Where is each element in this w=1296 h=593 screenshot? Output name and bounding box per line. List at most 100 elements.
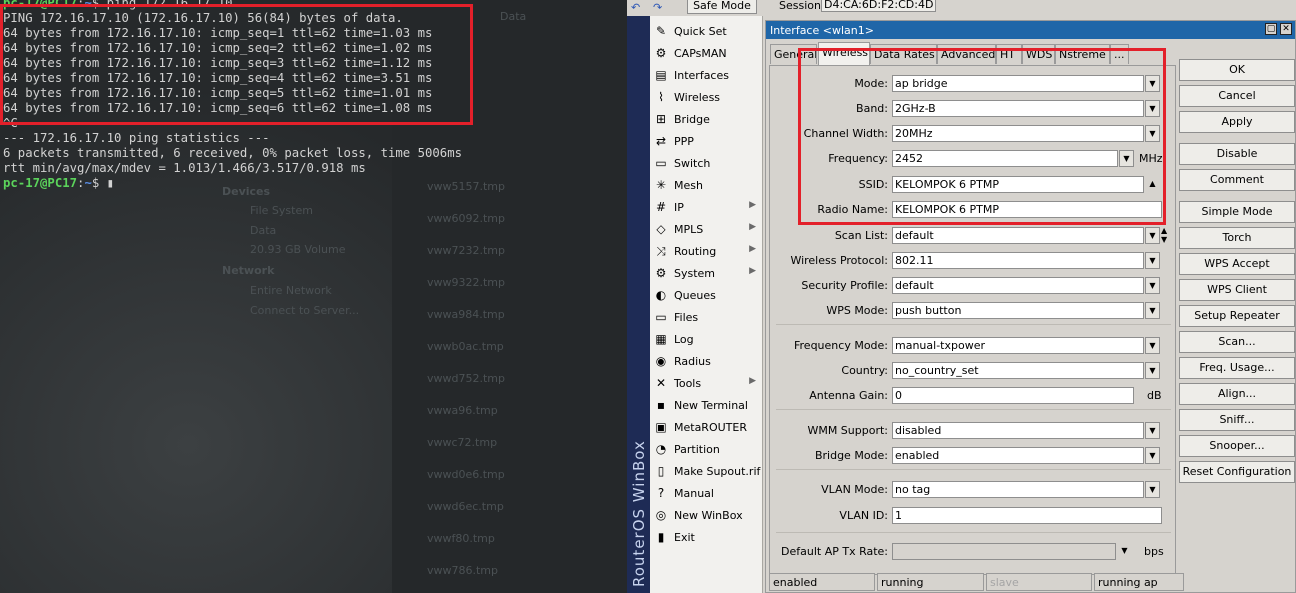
dropdown-arrow-icon[interactable]: ▼ (1145, 227, 1160, 244)
menu-item-capsman[interactable]: ⚙ CAPsMAN (650, 42, 762, 64)
security-profile-label: Security Profile: (801, 279, 888, 292)
menu-item-exit[interactable]: ▮ Exit (650, 526, 762, 548)
menu-item-make-supout-rif[interactable]: ▯ Make Supout.rif (650, 460, 762, 482)
comment-button[interactable]: Comment (1179, 169, 1295, 191)
scan-list-field[interactable]: default (892, 227, 1144, 244)
snooper-button[interactable]: Snooper... (1179, 435, 1295, 457)
wireless-settings-highlight-box (798, 48, 1166, 225)
menu-item-partition[interactable]: ◔ Partition (650, 438, 762, 460)
menu-item-files[interactable]: ▭ Files (650, 306, 762, 328)
prompt-symbol: $ (91, 176, 107, 190)
redo-icon[interactable]: ↷ (653, 1, 667, 14)
ip-icon: # (655, 200, 667, 214)
menu-item-radius[interactable]: ◉ Radius (650, 350, 762, 372)
tools-icon: ✕ (655, 376, 667, 390)
wmm-support-label: WMM Support: (807, 424, 888, 437)
dialog-title-bar[interactable]: Interface <wlan1> ▢ ✕ (766, 21, 1295, 39)
menu-item-label: Mesh (674, 178, 703, 192)
setup-repeater-button[interactable]: Setup Repeater (1179, 305, 1295, 327)
menu-item-bridge[interactable]: ⊞ Bridge (650, 108, 762, 130)
wps-client-button[interactable]: WPS Client (1179, 279, 1295, 301)
menu-item-ip[interactable]: # IP ▶ (650, 196, 762, 218)
menu-item-label: Partition (674, 442, 720, 456)
freq-usage-button[interactable]: Freq. Usage... (1179, 357, 1295, 379)
section-separator (776, 409, 1171, 410)
status-cell: slave (986, 573, 1092, 591)
status-cell: enabled (769, 573, 875, 591)
undo-icon[interactable]: ↶ (631, 1, 645, 14)
reset-configuration-button[interactable]: Reset Configuration (1179, 461, 1295, 483)
menu-item-routing[interactable]: ⤨ Routing ▶ (650, 240, 762, 262)
menu-item-wireless[interactable]: ⌇ Wireless (650, 86, 762, 108)
dropdown-arrow-icon[interactable]: ▼ (1145, 277, 1160, 294)
wps-mode-field[interactable]: push button (892, 302, 1144, 319)
align-button[interactable]: Align... (1179, 383, 1295, 405)
safe-mode-button[interactable]: Safe Mode (687, 0, 757, 14)
bridge-mode-field[interactable]: enabled (892, 447, 1144, 464)
menu-item-interfaces[interactable]: ▤ Interfaces (650, 64, 762, 86)
menu-item-queues[interactable]: ◐ Queues (650, 284, 762, 306)
antenna-gain-field[interactable]: 0 (892, 387, 1134, 404)
restore-icon[interactable]: ▢ (1265, 23, 1277, 35)
dropdown-arrow-icon[interactable]: ▼ (1117, 543, 1132, 560)
country-field[interactable]: no_country_set (892, 362, 1144, 379)
scan-list-label: Scan List: (834, 229, 888, 242)
sniff-button[interactable]: Sniff... (1179, 409, 1295, 431)
menu-item-tools[interactable]: ✕ Tools ▶ (650, 372, 762, 394)
main-menu: ✎ Quick Set ⚙ CAPsMAN ▤ Interfaces ⌇ Wireless ⊞ B… (650, 16, 763, 593)
prompt-user: pc-17@PC17 (3, 176, 78, 190)
vlan-id-field[interactable]: 1 (892, 507, 1162, 524)
ghost-file: vww6092.tmp (427, 212, 506, 225)
vlan-mode-field[interactable]: no tag (892, 481, 1144, 498)
scan-button[interactable]: Scan... (1179, 331, 1295, 353)
wireless-protocol-label: Wireless Protocol: (790, 254, 888, 267)
dropdown-arrow-icon[interactable]: ▼ (1145, 362, 1160, 379)
wps-accept-button[interactable]: WPS Accept (1179, 253, 1295, 275)
menu-item-mpls[interactable]: ◇ MPLS ▶ (650, 218, 762, 240)
ok-button[interactable]: OK (1179, 59, 1295, 81)
menu-item-mesh[interactable]: ✳ Mesh (650, 174, 762, 196)
mesh-icon: ✳ (655, 178, 667, 192)
dropdown-arrow-icon[interactable]: ▼ (1145, 337, 1160, 354)
menu-item-switch[interactable]: ▭ Switch (650, 152, 762, 174)
menu-item-manual[interactable]: ? Manual (650, 482, 762, 504)
row-wmm-support: WMM Support: disabled ▼ (770, 421, 1175, 441)
menu-item-system[interactable]: ⚙ System ▶ (650, 262, 762, 284)
dropdown-arrow-icon[interactable]: ▼ (1145, 481, 1160, 498)
ghost-file: vwwd6ec.tmp (427, 500, 504, 513)
menu-item-ppp[interactable]: ⇄ PPP (650, 130, 762, 152)
dropdown-arrow-icon[interactable]: ▼ (1145, 447, 1160, 464)
dropdown-arrow-icon[interactable]: ▼ (1145, 302, 1160, 319)
mpls-icon: ◇ (656, 222, 666, 236)
menu-item-metarouter[interactable]: ▣ MetaROUTER (650, 416, 762, 438)
menu-item-label: Bridge (674, 112, 710, 126)
ghost-file: vwwd752.tmp (427, 372, 505, 385)
menu-item-label: CAPsMAN (674, 46, 727, 60)
close-icon[interactable]: ✕ (1280, 23, 1292, 35)
ghost-file: vwwc72.tmp (427, 436, 498, 449)
apply-button[interactable]: Apply (1179, 111, 1295, 133)
menu-item-quick-set[interactable]: ✎ Quick Set (650, 20, 762, 42)
security-profile-field[interactable]: default (892, 277, 1144, 294)
terminal-window[interactable]: Data Devices File System Data 20.93 GB V… (0, 0, 627, 593)
menu-item-new-winbox[interactable]: ◎ New WinBox (650, 504, 762, 526)
default-ap-tx-rate-label: Default AP Tx Rate: (781, 545, 888, 558)
menu-item-label: Make Supout.rif (674, 464, 761, 478)
safe-mode-label: Safe Mode (693, 0, 751, 12)
interfaces-icon: ▤ (655, 68, 667, 82)
default-ap-tx-rate-field[interactable] (892, 543, 1116, 560)
torch-button[interactable]: Torch (1179, 227, 1295, 249)
simple-mode-button[interactable]: Simple Mode (1179, 201, 1295, 223)
supout-icon: ▯ (657, 464, 665, 478)
dropdown-arrow-icon[interactable]: ▼ (1145, 422, 1160, 439)
cancel-button[interactable]: Cancel (1179, 85, 1295, 107)
frequency-mode-field[interactable]: manual-txpower (892, 337, 1144, 354)
disable-button[interactable]: Disable (1179, 143, 1295, 165)
wmm-support-field[interactable]: disabled (892, 422, 1144, 439)
row-wireless-protocol: Wireless Protocol: 802.11 ▼ (770, 251, 1175, 271)
wireless-protocol-field[interactable]: 802.11 (892, 252, 1144, 269)
dropdown-arrow-icon[interactable]: ▼ (1145, 252, 1160, 269)
menu-item-log[interactable]: ▦ Log (650, 328, 762, 350)
scan-list-add-remove-icon[interactable]: ▲ ▼ (1161, 226, 1167, 244)
menu-item-new-terminal[interactable]: ▪ New Terminal (650, 394, 762, 416)
